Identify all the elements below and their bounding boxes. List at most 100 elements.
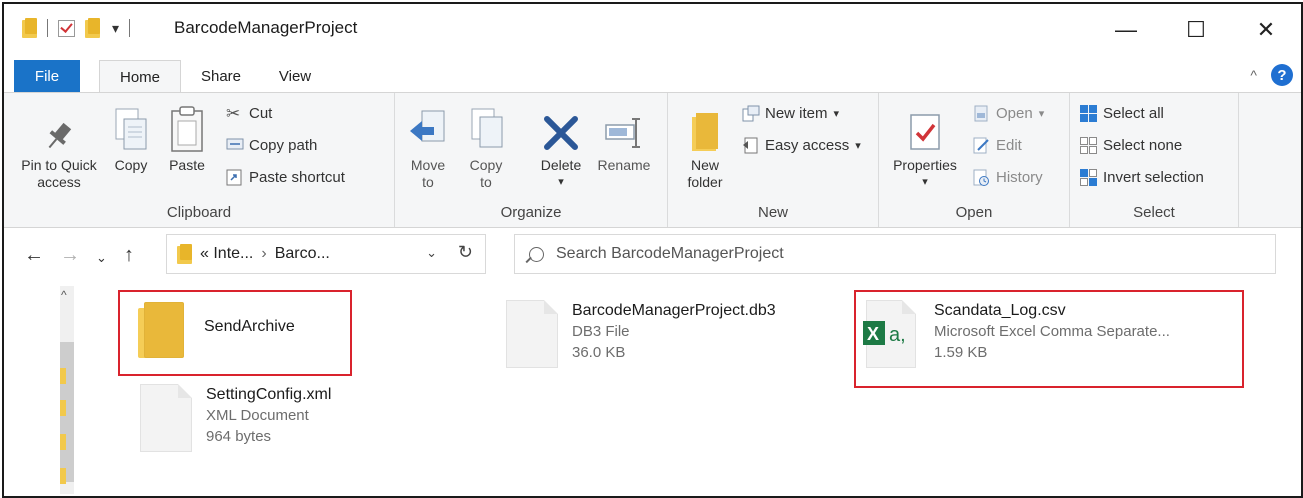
collapse-ribbon-icon[interactable]: ^ — [1250, 67, 1257, 83]
file-item-xml[interactable]: SettingConfig.xml XML Document 964 bytes — [140, 384, 331, 452]
tab-share[interactable]: Share — [186, 60, 256, 92]
open-group: Properties ▾ Open ▾ Edit History Open — [879, 93, 1070, 227]
new-item-icon — [742, 105, 760, 122]
back-arrow-icon[interactable]: ← — [24, 244, 44, 267]
easy-access-button[interactable]: Easy access ▾ — [742, 137, 861, 154]
properties-dropdown-icon[interactable]: ▾ — [922, 174, 928, 191]
up-arrow-icon[interactable]: ↑ — [124, 244, 134, 267]
help-icon[interactable]: ? — [1271, 64, 1293, 86]
copy-to-button[interactable]: Copy to — [463, 101, 509, 191]
delete-button[interactable]: Delete ▾ — [533, 101, 589, 191]
pin-to-quick-access-button[interactable]: Pin to Quick access — [18, 101, 100, 191]
breadcrumb-parent[interactable]: « Inte... — [200, 245, 253, 263]
nav-folder-icon[interactable] — [60, 468, 66, 484]
search-placeholder: Search BarcodeManagerProject — [556, 245, 784, 262]
file-name: SettingConfig.xml — [206, 386, 332, 403]
new-folder-icon[interactable] — [85, 18, 100, 38]
new-folder-icon — [690, 101, 720, 153]
copy-icon — [114, 101, 148, 153]
document-icon — [506, 300, 558, 368]
paste-shortcut-icon — [226, 169, 243, 186]
select-none-label: Select none — [1103, 137, 1183, 154]
delete-label: Delete — [540, 157, 582, 173]
history-button[interactable]: History — [973, 169, 1043, 186]
open-icon — [973, 105, 990, 122]
select-all-icon — [1080, 105, 1097, 122]
file-size: 964 bytes — [206, 428, 272, 445]
navigation-bar: ← → ⌄ ↑ « Inte... › Barco... ⌄ ↻ Search … — [4, 228, 1301, 282]
file-item-db3[interactable]: BarcodeManagerProject.db3 DB3 File 36.0 … — [506, 300, 776, 368]
edit-button[interactable]: Edit — [973, 137, 1022, 154]
paste-shortcut-label: Paste shortcut — [249, 169, 345, 186]
clipboard-group: Pin to Quick access Copy Paste ✂ Cut Cop… — [4, 93, 395, 227]
new-folder-button[interactable]: New folder — [680, 101, 730, 191]
maximize-button[interactable]: ☐ — [1161, 4, 1231, 56]
window-title: BarcodeManagerProject — [174, 18, 358, 37]
file-name: BarcodeManagerProject.db3 — [572, 302, 776, 319]
cut-button[interactable]: ✂ Cut — [226, 105, 272, 122]
title-bar: ▾ BarcodeManagerProject — ☐ ✕ — [4, 4, 1301, 60]
recent-locations-chevron-icon[interactable]: ⌄ — [96, 250, 107, 266]
paste-shortcut-button[interactable]: Paste shortcut — [226, 169, 345, 186]
quick-access-toolbar: ▾ — [22, 18, 131, 38]
search-icon — [529, 246, 544, 262]
nav-folder-icon[interactable] — [60, 434, 66, 450]
rename-button[interactable]: Rename — [593, 101, 655, 174]
nav-folder-icon[interactable] — [60, 368, 66, 384]
properties-check-icon[interactable] — [58, 19, 75, 37]
select-none-button[interactable]: Select none — [1080, 137, 1182, 154]
new-item-label: New item — [765, 105, 828, 122]
easy-access-dropdown-icon: ▾ — [855, 140, 861, 152]
pin-icon — [42, 101, 76, 153]
minimize-button[interactable]: — — [1091, 4, 1161, 56]
folder-icon — [177, 244, 192, 264]
easy-access-label: Easy access — [765, 137, 850, 154]
open-dropdown-icon: ▾ — [1038, 108, 1045, 120]
copy-path-label: Copy path — [249, 137, 318, 154]
select-none-icon — [1080, 137, 1097, 154]
ribbon-controls: ^ ? — [1250, 64, 1293, 86]
properties-label: Properties — [893, 157, 957, 173]
open-group-label: Open — [955, 204, 993, 221]
organize-group: Move to Copy to Delete ▾ Rename Organize — [395, 93, 668, 227]
refresh-icon[interactable]: ↻ — [458, 242, 473, 263]
delete-dropdown-icon[interactable]: ▾ — [558, 174, 564, 191]
caption-buttons: — ☐ ✕ — [1091, 4, 1301, 56]
new-group: New folder New item ▾ Easy access ▾ New — [668, 93, 879, 227]
search-box[interactable]: Search BarcodeManagerProject — [514, 234, 1276, 274]
breadcrumb-separator: › — [261, 245, 267, 262]
address-bar[interactable]: « Inte... › Barco... ⌄ ↻ — [166, 234, 486, 274]
copy-button[interactable]: Copy — [108, 101, 154, 174]
scroll-up-arrow-icon[interactable]: ^ — [61, 288, 67, 302]
move-to-button[interactable]: Move to — [405, 101, 451, 191]
invert-selection-button[interactable]: Invert selection — [1080, 169, 1204, 186]
close-button[interactable]: ✕ — [1231, 4, 1301, 56]
folder-icon[interactable] — [22, 18, 37, 38]
select-all-button[interactable]: Select all — [1080, 105, 1164, 122]
new-folder-label: New folder — [687, 157, 723, 190]
new-item-button[interactable]: New item ▾ — [742, 105, 839, 122]
organize-group-label: Organize — [500, 204, 562, 221]
tab-view[interactable]: View — [260, 60, 330, 92]
cut-label: Cut — [249, 105, 273, 122]
properties-icon — [907, 101, 943, 153]
paste-icon — [169, 101, 205, 153]
file-type: XML Document — [206, 407, 309, 424]
edit-label: Edit — [996, 137, 1022, 154]
forward-arrow-icon[interactable]: → — [60, 244, 80, 267]
tab-home[interactable]: Home — [99, 60, 181, 94]
breadcrumb-current[interactable]: Barco... — [275, 245, 330, 263]
new-item-dropdown-icon: ▾ — [833, 108, 840, 120]
nav-folder-icon[interactable] — [60, 400, 66, 416]
properties-button[interactable]: Properties ▾ — [887, 101, 963, 191]
tab-file[interactable]: File — [14, 60, 80, 92]
copy-path-icon — [226, 137, 244, 154]
copy-path-button[interactable]: Copy path — [226, 137, 317, 154]
address-dropdown-icon[interactable]: ⌄ — [426, 245, 437, 261]
ribbon-tabs: File Home Share View ^ ? — [4, 60, 1301, 94]
customize-toolbar-dropdown[interactable]: ▾ — [112, 20, 119, 37]
paste-button[interactable]: Paste — [162, 101, 212, 174]
open-button[interactable]: Open ▾ — [973, 105, 1044, 122]
separator — [47, 19, 48, 37]
file-list: SendArchive BarcodeManagerProject.db3 DB… — [76, 284, 1301, 496]
